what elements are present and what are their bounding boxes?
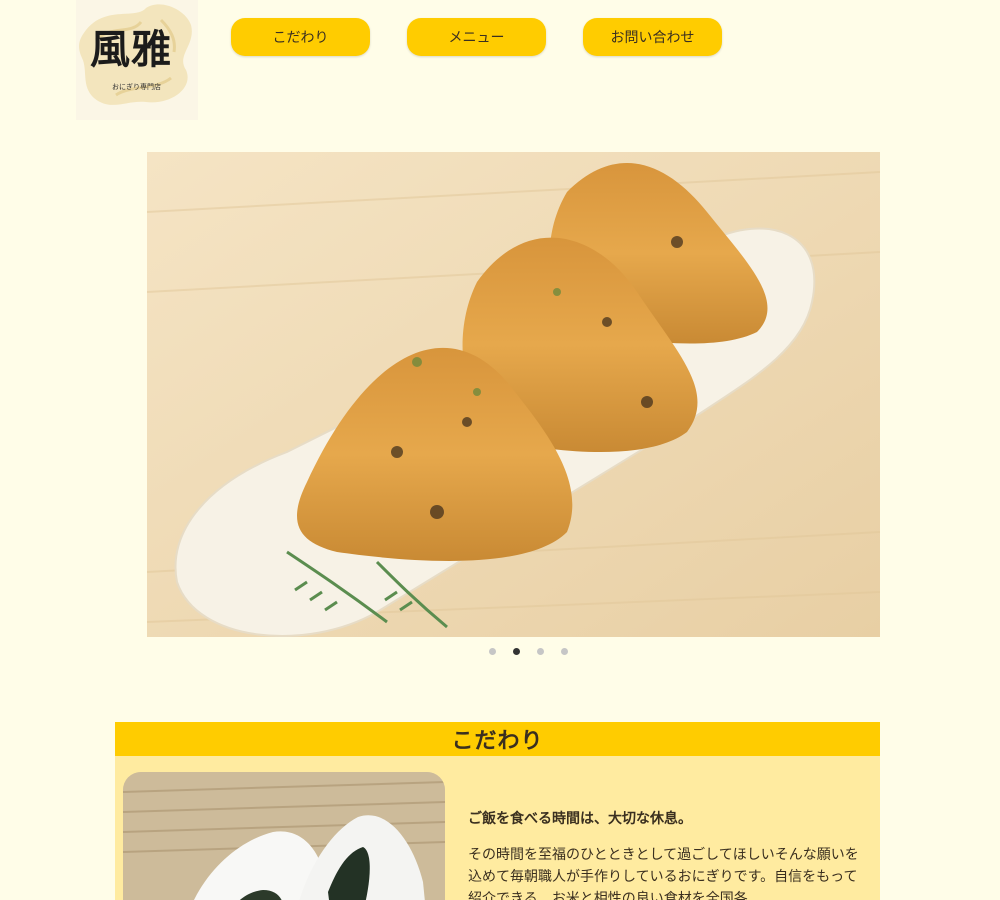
logo-subtitle: おにぎり専門店 [112,83,161,91]
slider-dots [489,648,568,655]
logo[interactable]: 風雅 おにぎり専門店 [76,0,198,120]
slider-dot-4[interactable] [561,648,568,655]
section-text: ご飯を食べる時間は、大切な休息。 その時間を至福のひとときとして過ごしてほしいそ… [468,808,863,900]
nav-button-menu[interactable]: メニュー [407,18,546,56]
onigiri-with-nori-image [123,772,445,900]
nav-button-kodawari[interactable]: こだわり [231,18,370,56]
grilled-onigiri-image [147,152,880,637]
logo-text: 風雅 [90,26,172,73]
onigiri-photo [123,772,445,900]
section-paragraph: その時間を至福のひとときとして過ごしてほしいそんな願いを込めて毎朝職人が手作りし… [468,847,859,900]
slider-dot-2[interactable] [513,648,520,655]
section-lead: ご飯を食べる時間は、大切な休息。 [468,811,692,827]
nav-button-contact[interactable]: お問い合わせ [583,18,722,56]
main-nav: こだわり メニュー お問い合わせ [231,18,722,56]
slider-dot-1[interactable] [489,648,496,655]
hero-slide-image[interactable] [147,152,880,637]
slider-dot-3[interactable] [537,648,544,655]
section-title: こだわり [115,722,880,756]
section-body: ご飯を食べる時間は、大切な休息。 その時間を至福のひとときとして過ごしてほしいそ… [115,756,880,900]
